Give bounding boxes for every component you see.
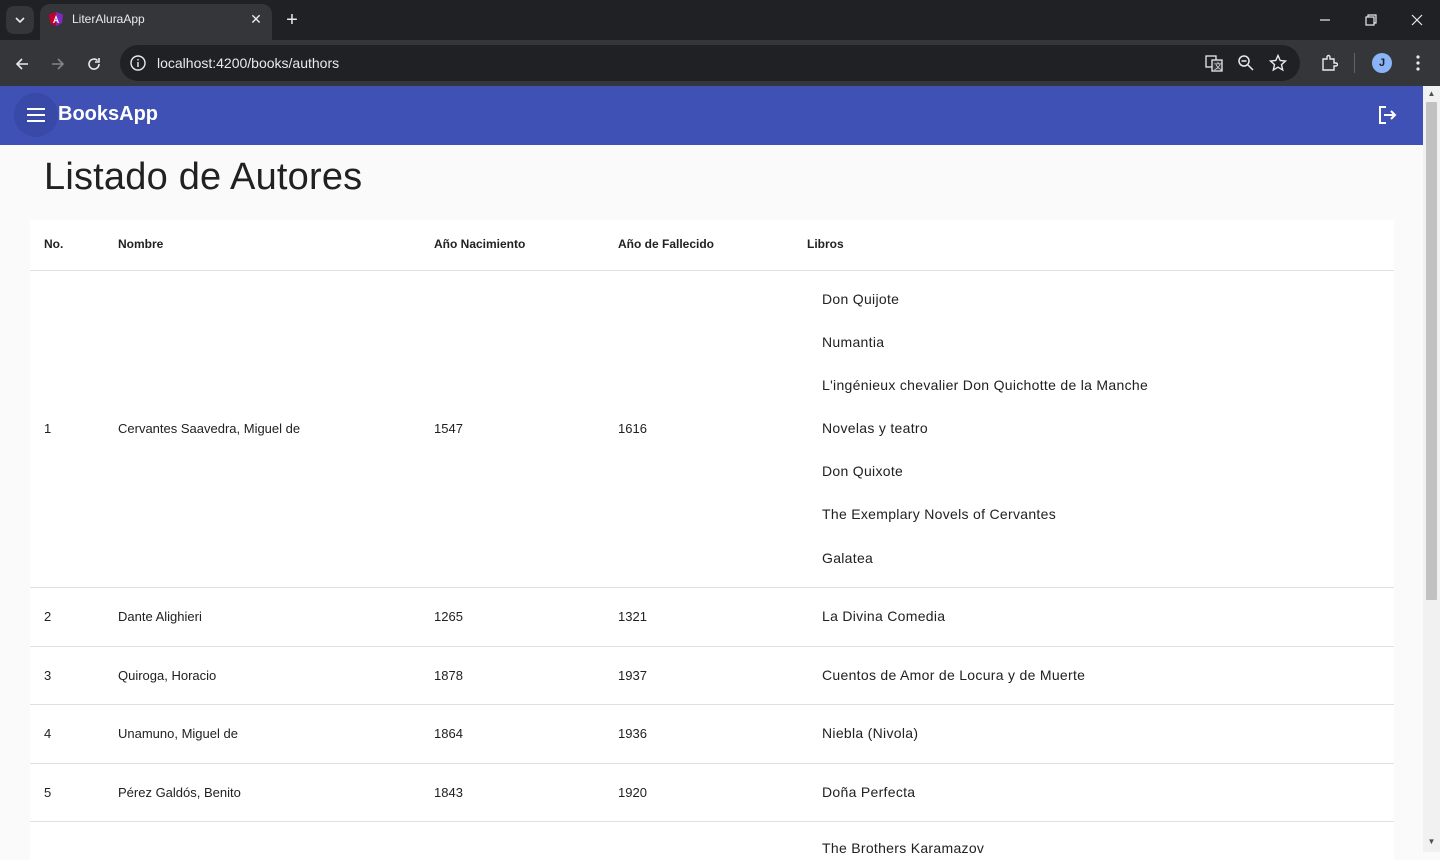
cell-death: 1616 xyxy=(618,421,647,436)
header-books[interactable]: Libros xyxy=(807,237,844,251)
scrollbar-thumb[interactable] xyxy=(1426,102,1437,600)
header-name[interactable]: Nombre xyxy=(118,237,163,251)
app-toolbar xyxy=(0,86,1423,145)
header-no[interactable]: No. xyxy=(44,237,63,251)
cell-name: Unamuno, Miguel de xyxy=(118,726,238,741)
cell-death: 1937 xyxy=(618,668,647,683)
cell-birth: 1547 xyxy=(434,421,463,436)
scroll-up-icon[interactable]: ▲ xyxy=(1427,90,1436,98)
book-item[interactable]: Don Quijote xyxy=(822,291,899,307)
book-item[interactable]: La Divina Comedia xyxy=(822,608,945,624)
scroll-down-icon[interactable]: ▼ xyxy=(1427,838,1436,846)
cell-birth: 1878 xyxy=(434,668,463,683)
book-item[interactable]: Niebla (Nivola) xyxy=(822,725,918,741)
cell-no: 3 xyxy=(44,668,52,683)
row-divider xyxy=(30,587,1394,588)
bookmark-star-icon[interactable] xyxy=(1267,52,1289,74)
app-title: BooksApp xyxy=(58,103,158,125)
book-item[interactable]: Cuentos de Amor de Locura y de Muerte xyxy=(822,667,1085,683)
svg-text:文: 文 xyxy=(1214,61,1222,71)
extensions-icon[interactable] xyxy=(1318,52,1340,74)
cell-birth: 1265 xyxy=(434,609,463,624)
cell-birth: 1864 xyxy=(434,726,463,741)
back-icon[interactable] xyxy=(9,51,35,77)
reload-icon[interactable] xyxy=(81,51,107,77)
translate-icon[interactable]: 文 xyxy=(1203,52,1225,74)
site-info-icon[interactable] xyxy=(128,53,148,73)
cell-no: 2 xyxy=(44,609,52,624)
restore-icon[interactable] xyxy=(1356,6,1386,34)
cell-name: Cervantes Saavedra, Miguel de xyxy=(118,421,301,436)
row-divider xyxy=(30,646,1394,647)
cell-death: 1936 xyxy=(618,726,647,741)
book-item[interactable]: Doña Perfecta xyxy=(822,784,915,800)
minimize-icon[interactable] xyxy=(1310,6,1340,34)
tab-search-button[interactable] xyxy=(6,6,34,34)
tab-close-icon[interactable]: ✕ xyxy=(248,10,264,28)
angular-favicon-icon xyxy=(49,12,63,26)
url-text[interactable]: localhost:4200/books/authors xyxy=(157,55,339,71)
cell-birth: 1843 xyxy=(434,785,463,800)
book-item[interactable]: Don Quixote xyxy=(822,463,903,479)
profile-avatar[interactable]: J xyxy=(1372,53,1392,73)
cell-death: 1321 xyxy=(618,609,647,624)
more-options-icon[interactable] xyxy=(1408,52,1428,74)
cell-name: Dante Alighieri xyxy=(118,609,202,624)
menu-button[interactable] xyxy=(14,93,58,137)
row-divider xyxy=(30,704,1394,705)
header-birth-year[interactable]: Año Nacimiento xyxy=(434,237,525,251)
book-item[interactable]: Numantia xyxy=(822,334,884,350)
cell-no: 1 xyxy=(44,421,52,436)
logout-button[interactable] xyxy=(1374,102,1400,128)
authors-table xyxy=(30,220,1394,860)
book-item[interactable]: Galatea xyxy=(822,550,873,566)
cell-name: Quiroga, Horacio xyxy=(118,668,217,683)
header-death-year[interactable]: Año de Fallecido xyxy=(618,237,714,251)
zoom-icon[interactable] xyxy=(1235,52,1257,74)
book-item[interactable]: The Brothers Karamazov xyxy=(822,840,984,856)
page-title: Listado de Autores xyxy=(44,156,363,198)
cell-name: Pérez Galdós, Benito xyxy=(118,785,241,800)
row-divider xyxy=(30,821,1394,822)
book-item[interactable]: The Exemplary Novels of Cervantes xyxy=(822,506,1056,522)
book-item[interactable]: Novelas y teatro xyxy=(822,420,928,436)
toolbar-separator xyxy=(1354,53,1355,73)
new-tab-icon[interactable]: + xyxy=(282,8,302,32)
chevron-down-icon xyxy=(15,17,25,24)
book-item[interactable]: L'ingénieux chevalier Don Quichotte de l… xyxy=(822,377,1148,393)
cell-no: 5 xyxy=(44,785,52,800)
menu-icon xyxy=(27,108,45,122)
cell-no: 4 xyxy=(44,726,52,741)
tab-title: LiterAluraApp xyxy=(72,12,145,26)
row-divider xyxy=(30,763,1394,764)
forward-icon[interactable] xyxy=(45,51,71,77)
cell-death: 1920 xyxy=(618,785,647,800)
close-window-icon[interactable] xyxy=(1402,6,1432,34)
logout-icon xyxy=(1379,106,1397,124)
header-divider xyxy=(30,270,1394,271)
